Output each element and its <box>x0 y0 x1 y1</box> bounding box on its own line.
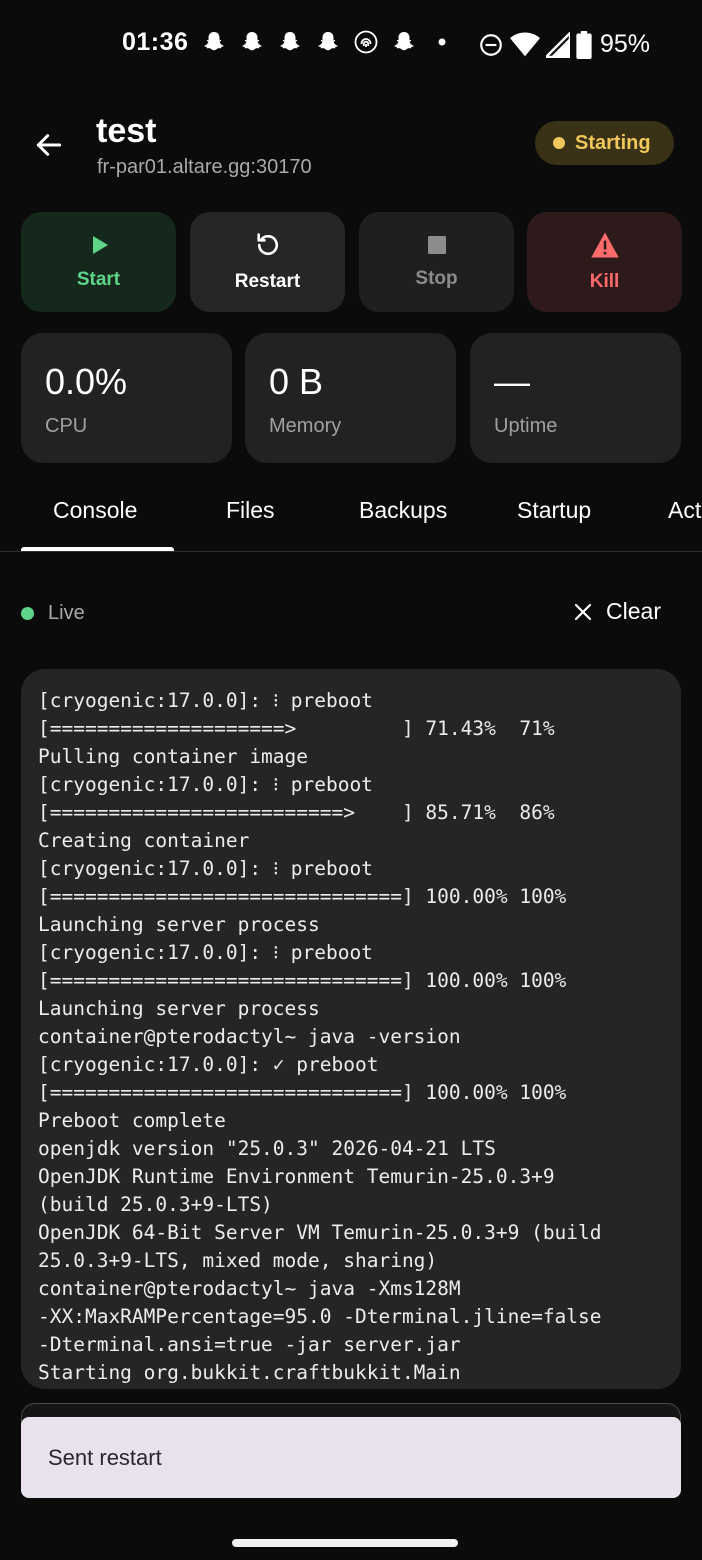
close-icon <box>574 603 592 620</box>
dot-icon <box>438 38 446 46</box>
snapchat-icon <box>204 32 224 51</box>
console-line: [cryogenic:17.0.0]: ✓ preboot <box>38 1053 379 1076</box>
back-button[interactable] <box>30 126 68 164</box>
console-line: [cryogenic:17.0.0]: ⁝ preboot <box>38 941 373 964</box>
console-line: -XX:MaxRAMPercentage=95.0 -Dterminal.jli… <box>38 1305 602 1328</box>
battery-icon <box>576 30 592 59</box>
stop-label: Stop <box>415 268 458 289</box>
clear-label: Clear <box>606 598 661 624</box>
server-header: test fr-par01.altare.gg:30170 Starting <box>0 100 702 190</box>
tab-indicator <box>21 547 174 551</box>
fingerprint-icon <box>354 30 378 54</box>
clear-button[interactable]: Clear <box>574 598 661 625</box>
snapchat-icon <box>394 32 414 51</box>
restart-icon <box>256 233 278 256</box>
snapchat-icon <box>242 32 262 51</box>
console-line: Pulling container image <box>38 745 309 768</box>
status-dot <box>553 137 565 149</box>
memory-stat-card: 0 B Memory <box>245 333 456 463</box>
status-text: Starting <box>575 131 651 154</box>
dnd-icon <box>480 33 502 56</box>
notification-icons <box>202 30 454 54</box>
memory-label: Memory <box>269 415 342 437</box>
status-time: 01:36 <box>122 28 189 56</box>
kill-label: Kill <box>589 271 620 292</box>
status-bar: 01:36 95% <box>0 0 702 90</box>
console-line: container@pterodactyl~ java -version <box>38 1025 461 1048</box>
console-line: [=========================> ] 85.71% 86% <box>38 801 555 824</box>
snapchat-icon <box>280 32 300 51</box>
uptime-stat-card: — Uptime <box>470 333 681 463</box>
console-line: openjdk version "25.0.3" 2026-04-21 LTS <box>38 1137 496 1160</box>
play-icon <box>92 236 108 254</box>
memory-value: 0 B <box>269 361 324 402</box>
console-line: container@pterodactyl~ java -Xms128M <box>38 1277 461 1300</box>
console-line: OpenJDK Runtime Environment Temurin-25.0… <box>38 1165 555 1188</box>
console-line: 25.0.3+9-LTS, mixed mode, sharing) <box>38 1249 438 1272</box>
console-line: (build 25.0.3+9-LTS) <box>38 1193 273 1216</box>
stop-icon <box>427 236 446 254</box>
restart-button[interactable]: Restart <box>190 212 345 312</box>
console-line: [====================> ] 71.43% 71% <box>38 717 555 740</box>
resource-stats: 0.0% CPU 0 B Memory — Uptime <box>21 333 681 463</box>
console-line: Launching server process <box>38 997 320 1020</box>
console-line: [cryogenic:17.0.0]: ⁝ preboot <box>38 857 373 880</box>
signal-icon <box>546 31 570 58</box>
snackbar: Sent restart <box>21 1417 681 1498</box>
tab-bar: Console Files Backups Startup Act <box>0 480 702 552</box>
start-label: Start <box>76 269 121 290</box>
console-line: OpenJDK 64-Bit Server VM Temurin-25.0.3+… <box>38 1221 602 1244</box>
kill-button[interactable]: Kill <box>527 212 682 312</box>
console-line: [cryogenic:17.0.0]: ⁝ preboot <box>38 773 373 796</box>
uptime-label: Uptime <box>494 415 558 437</box>
system-icons: 95% <box>478 30 650 59</box>
tab-backups[interactable]: Backups <box>359 497 447 524</box>
stop-button[interactable]: Stop <box>359 212 514 312</box>
tab-files[interactable]: Files <box>226 497 275 524</box>
power-actions: Start Restart Stop Kill <box>21 212 682 312</box>
tab-console[interactable]: Console <box>53 497 137 524</box>
server-address: fr-par01.altare.gg:30170 <box>97 156 312 178</box>
cpu-label: CPU <box>45 415 88 437</box>
tab-activity[interactable]: Act <box>668 497 701 524</box>
console-line: -Dterminal.ansi=true -jar server.jar <box>38 1333 461 1356</box>
live-dot <box>21 607 34 620</box>
battery-percent: 95% <box>600 30 651 58</box>
console-line: [==============================] 100.00%… <box>38 969 567 992</box>
warning-icon <box>590 232 619 258</box>
tab-startup[interactable]: Startup <box>517 497 591 524</box>
console-line: Starting org.bukkit.craftbukkit.Main <box>38 1361 461 1384</box>
live-label: Live <box>48 602 85 624</box>
console-line: [cryogenic:17.0.0]: ⁝ preboot <box>38 689 373 712</box>
console-line: [==============================] 100.00%… <box>38 1081 567 1104</box>
console-line: Launching server process <box>38 913 320 936</box>
status-badge: Starting <box>535 121 674 165</box>
home-indicator[interactable] <box>232 1539 458 1547</box>
console-line: [==============================] 100.00%… <box>38 885 567 908</box>
arrow-left-icon <box>36 134 62 156</box>
start-button[interactable]: Start <box>21 212 176 312</box>
wifi-icon <box>510 32 540 56</box>
snapchat-icon <box>318 32 338 51</box>
snackbar-message: Sent restart <box>48 1444 162 1470</box>
uptime-value: — <box>494 361 530 402</box>
restart-label: Restart <box>234 271 301 292</box>
server-title: test <box>96 112 157 150</box>
cpu-stat-card: 0.0% CPU <box>21 333 232 463</box>
console-output[interactable]: [cryogenic:17.0.0]: ⁝ preboot [=========… <box>21 669 681 1389</box>
console-line: Preboot complete <box>38 1109 226 1132</box>
console-line: Creating container <box>38 829 250 852</box>
cpu-value: 0.0% <box>45 361 128 402</box>
console-toolbar: Live Clear <box>21 596 681 634</box>
